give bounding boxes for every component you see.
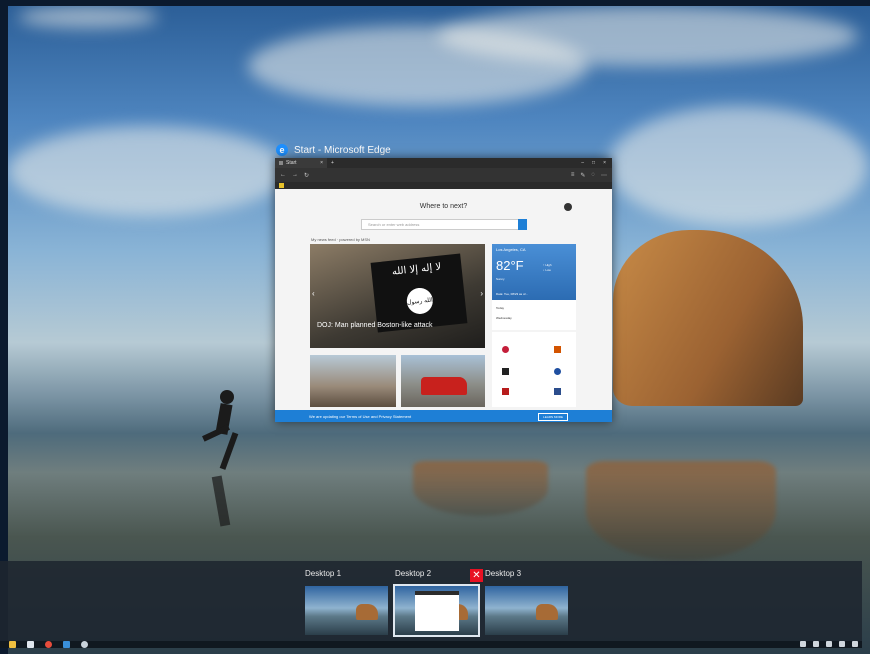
forecast-list: Today Wednesday: [492, 300, 576, 330]
weather-hilo: ↑ High ↓ Low: [543, 263, 552, 272]
bluetooth-icon[interactable]: [839, 641, 845, 647]
team-logo-icon: [554, 368, 561, 375]
chrome-icon[interactable]: [45, 641, 52, 648]
flag-image: لا إله إلا الله الله رسول: [370, 253, 468, 333]
edge-icon: e: [276, 144, 288, 156]
flag-seal: الله رسول: [405, 286, 435, 316]
runner-silhouette: [219, 432, 239, 470]
cloud: [608, 106, 868, 226]
edge-window-thumbnail[interactable]: Start × + – □ × ← → ↻ ≡ ✎ ◌ ⋯ Where to n…: [275, 158, 612, 422]
runner-reflection: [211, 475, 231, 527]
cloud-icon[interactable]: [852, 641, 858, 647]
tab-bar: Start × + – □ ×: [275, 158, 612, 168]
weather-condition: Sunny: [496, 277, 505, 281]
cloud: [438, 6, 858, 66]
carousel-prev-icon[interactable]: ‹: [312, 289, 315, 298]
forward-icon[interactable]: →: [292, 172, 298, 178]
weather-card[interactable]: Los Angeles, CA 82°F ↑ High ↓ Low Sunny …: [492, 244, 576, 300]
more-icon[interactable]: ⋯: [601, 172, 607, 179]
window-controls: – □ ×: [581, 160, 612, 166]
browser-tab[interactable]: Start ×: [275, 158, 327, 168]
team-logo-icon: [554, 388, 561, 395]
runner-silhouette: [220, 390, 234, 404]
desktop-2[interactable]: Desktop 2: [393, 568, 480, 637]
share-icon[interactable]: ◌: [591, 172, 595, 178]
car-image: [421, 377, 467, 395]
people-icon[interactable]: [813, 641, 819, 647]
news-feed-label: My news feed · powered by MSN: [311, 237, 370, 242]
rock-reflection: [586, 461, 776, 561]
window-caption[interactable]: e Start - Microsoft Edge: [276, 144, 391, 156]
close-window-icon[interactable]: ×: [603, 160, 606, 166]
team-logo-icon: [502, 388, 509, 395]
notice-text: We are updating our Terms of Use and Pri…: [309, 413, 412, 419]
search-button[interactable]: [518, 219, 527, 230]
forecast-item: Wednesday: [496, 316, 512, 320]
desktop-3[interactable]: Desktop 3: [485, 568, 568, 635]
desktop-thumbnail[interactable]: [305, 586, 388, 635]
flag-text: لا إله إلا الله: [391, 261, 442, 278]
hero-caption: DOJ: Man planned Boston-like attack: [317, 322, 433, 329]
reading-list-icon[interactable]: ≡: [571, 172, 575, 178]
favorites-bar: [275, 182, 612, 189]
display-icon[interactable]: [826, 641, 832, 647]
weather-date: Data: Tue, 08/23 as of...: [496, 292, 529, 296]
cloud: [8, 126, 288, 216]
start-page: Where to next? Search or enter web addre…: [275, 189, 612, 422]
news-thumbnail[interactable]: [401, 355, 485, 407]
desktop-label: Desktop 2: [395, 569, 432, 578]
tab-close-icon[interactable]: ×: [320, 160, 323, 166]
maximize-icon[interactable]: □: [592, 160, 595, 166]
sports-scores-card[interactable]: [492, 332, 576, 407]
search-input[interactable]: Search or enter web address: [361, 219, 527, 230]
network-icon[interactable]: [800, 641, 806, 647]
store-icon[interactable]: [27, 641, 34, 648]
window-title: Start - Microsoft Edge: [294, 144, 391, 156]
favorite-folder-icon[interactable]: [279, 183, 284, 188]
weather-city: Los Angeles, CA: [496, 247, 526, 252]
terms-notice-bar: We are updating our Terms of Use and Pri…: [275, 410, 612, 422]
rock-formation: [613, 230, 803, 406]
minimize-icon[interactable]: –: [581, 160, 584, 166]
team-logo-icon: [502, 346, 509, 353]
desktop-thumbnail[interactable]: [485, 586, 568, 635]
refresh-icon[interactable]: ↻: [304, 172, 309, 179]
rock-formation: [356, 604, 378, 620]
rock-reflection: [413, 461, 548, 516]
desktop-label: Desktop 3: [485, 569, 522, 578]
taskbar-pinned: [9, 641, 88, 648]
window-preview: [415, 591, 459, 631]
team-logo-icon: [502, 368, 509, 375]
new-tab-icon[interactable]: +: [327, 160, 334, 166]
virtual-desktops-strip: Desktop 1 Desktop 2 Desktop 3: [0, 561, 862, 641]
weather-temp: 82°F: [496, 258, 524, 273]
forecast-item: Today: [496, 306, 505, 310]
file-explorer-icon[interactable]: [9, 641, 16, 648]
hero-news-card[interactable]: لا إله إلا الله الله رسول DOJ: Man plann…: [310, 244, 485, 348]
system-tray: [800, 641, 858, 647]
news-thumbnail[interactable]: [310, 355, 396, 407]
learn-more-button[interactable]: LEARN MORE: [538, 413, 568, 421]
desktop-thumbnail[interactable]: [393, 584, 480, 637]
tab-icon: [279, 161, 283, 165]
settings-icon[interactable]: [81, 641, 88, 648]
notes-icon[interactable]: ✎: [580, 172, 585, 179]
desktop-1[interactable]: Desktop 1: [305, 568, 388, 635]
desktop-label: Desktop 1: [305, 569, 342, 578]
back-icon[interactable]: ←: [280, 172, 286, 178]
team-logo-icon: [554, 346, 561, 353]
carousel-next-icon[interactable]: ›: [480, 289, 483, 298]
tab-title: Start: [286, 160, 297, 166]
avatar[interactable]: [564, 203, 572, 211]
app-icon[interactable]: [63, 641, 70, 648]
address-bar: ← → ↻ ≡ ✎ ◌ ⋯: [275, 168, 612, 182]
page-heading: Where to next?: [419, 203, 468, 210]
rock-formation: [536, 604, 558, 620]
cloud: [18, 6, 158, 28]
close-desktop-button[interactable]: ✕: [470, 569, 483, 582]
taskbar: [0, 641, 862, 648]
